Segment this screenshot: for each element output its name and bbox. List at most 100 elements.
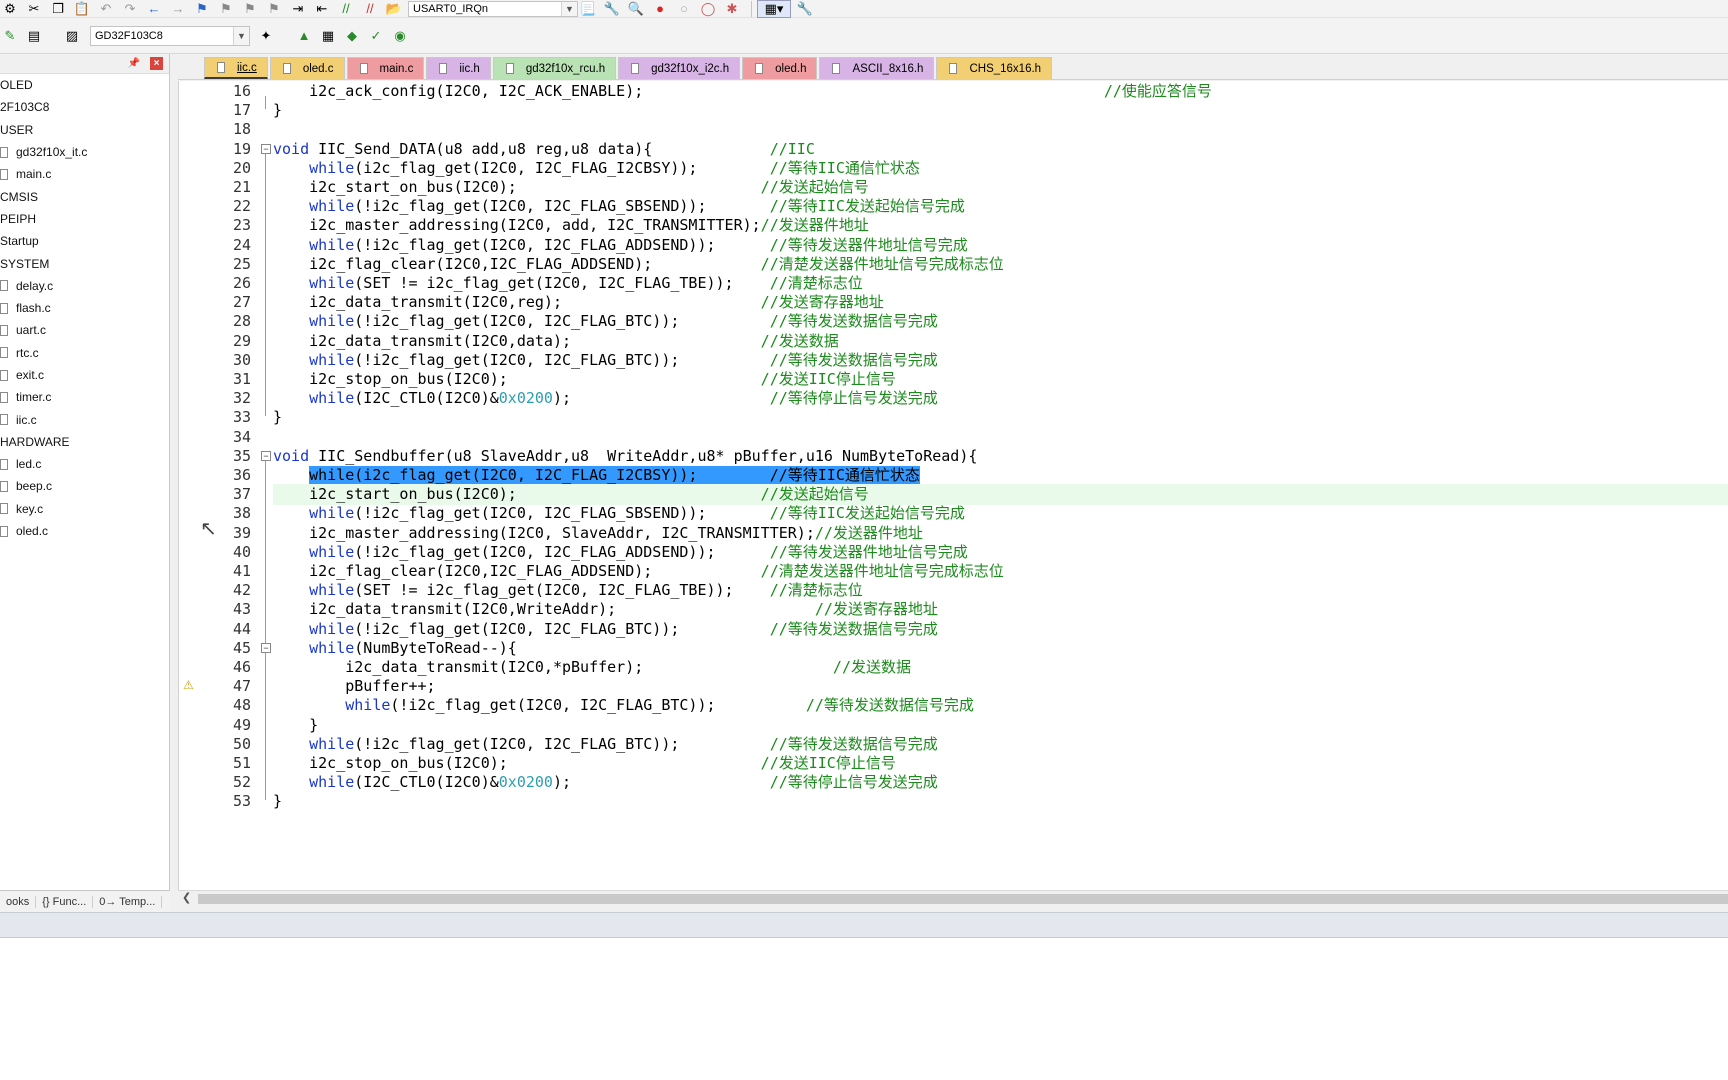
code-line[interactable]: while(i2c_flag_get(I2C0, I2C_FLAG_I2CBSY… (273, 158, 1728, 179)
bookmark-clear-icon[interactable]: ⚑ (264, 0, 284, 18)
project-file[interactable]: delay.c (0, 275, 169, 297)
project-group[interactable]: SYSTEM (0, 252, 169, 274)
project-file[interactable]: beep.c (0, 475, 169, 497)
code-line[interactable]: while(i2c_flag_get(I2C0, I2C_FLAG_I2CBSY… (273, 465, 1728, 486)
editor-tab[interactable]: gd32f10x_rcu.h (492, 57, 617, 79)
cut-icon[interactable]: ✂ (24, 0, 44, 18)
editor-tab[interactable]: CHS_16x16.h (936, 57, 1053, 79)
code-line[interactable]: i2c_data_transmit(I2C0,reg); //发送寄存器地址 (273, 292, 1728, 313)
code-area[interactable]: i2c_ack_config(I2C0, I2C_ACK_ENABLE); //… (273, 81, 1728, 890)
breakpoint-disable-icon[interactable]: ○ (674, 0, 694, 18)
pin-icon[interactable]: 📌 (128, 58, 140, 69)
code-line[interactable]: while(SET != i2c_flag_get(I2C0, I2C_FLAG… (273, 273, 1728, 294)
project-group[interactable]: OLED (0, 74, 169, 96)
horizontal-scrollbar[interactable]: ❮ (178, 890, 1728, 906)
project-file[interactable]: exit.c (0, 364, 169, 386)
code-line[interactable]: while(!i2c_flag_get(I2C0, I2C_FLAG_BTC))… (273, 619, 1728, 640)
code-line[interactable]: i2c_stop_on_bus(I2C0); //发送IIC停止信号 (273, 369, 1728, 390)
code-line[interactable] (273, 119, 1728, 140)
project-group[interactable]: Startup (0, 230, 169, 252)
code-line[interactable]: i2c_master_addressing(I2C0, add, I2C_TRA… (273, 215, 1728, 236)
project-file[interactable]: key.c (0, 498, 169, 520)
configure-icon[interactable]: 🔧 (795, 0, 815, 18)
editor-tab[interactable]: gd32f10x_i2c.h (618, 57, 741, 79)
project-group[interactable]: USER (0, 119, 169, 141)
fold-toggle-icon[interactable]: − (261, 642, 271, 653)
window-layout-icon[interactable]: ▦▾ (757, 0, 791, 18)
editor-tab[interactable]: ASCII_8x16.h (819, 57, 935, 79)
code-line[interactable]: i2c_data_transmit(I2C0,WriteAddr); //发送寄… (273, 599, 1728, 620)
bookmark-prev-icon[interactable]: ⚑ (216, 0, 236, 18)
indent-icon[interactable]: ⇥ (288, 0, 308, 18)
project-group[interactable]: 2F103C8 (0, 96, 169, 118)
editor-tab[interactable]: iic.h (426, 57, 491, 79)
code-line[interactable]: while(!i2c_flag_get(I2C0, I2C_FLAG_ADDSE… (273, 542, 1728, 563)
project-file[interactable]: iic.c (0, 408, 169, 430)
fold-toggle-icon[interactable]: − (261, 450, 271, 461)
code-line[interactable]: while(NumByteToRead--){ (273, 638, 1728, 659)
code-line[interactable]: while(I2C_CTL0(I2C0)&0x0200); //等待停止信号发送… (273, 388, 1728, 409)
code-line[interactable]: while(!i2c_flag_get(I2C0, I2C_FLAG_BTC))… (273, 350, 1728, 371)
code-line[interactable]: } (273, 715, 1728, 736)
target-options-icon[interactable]: ✦ (256, 27, 276, 45)
pack-installer-icon[interactable]: ◆ (342, 27, 362, 45)
code-line[interactable]: void IIC_Sendbuffer(u8 SlaveAddr,u8 Writ… (273, 446, 1728, 467)
breakpoint-kill-icon[interactable]: ✱ (722, 0, 742, 18)
scrollbar-thumb[interactable] (198, 894, 1728, 904)
redo-icon[interactable]: ↷ (120, 0, 140, 18)
code-line[interactable]: while(!i2c_flag_get(I2C0, I2C_FLAG_ADDSE… (273, 235, 1728, 256)
code-line[interactable]: i2c_start_on_bus(I2C0); //发送起始信号 (273, 177, 1728, 198)
code-line[interactable]: pBuffer++; (273, 676, 1728, 697)
panel-tab-functions[interactable]: {} Func... (36, 895, 94, 908)
translate-icon[interactable]: ✎ (0, 27, 20, 45)
project-file[interactable]: gd32f10x_it.c (0, 141, 169, 163)
code-line[interactable]: i2c_master_addressing(I2C0, SlaveAddr, I… (273, 523, 1728, 544)
debug-start-icon[interactable]: 🔍 (626, 0, 646, 18)
nav-forward-icon[interactable]: → (168, 0, 188, 18)
incremental-find-icon[interactable]: 🔧 (602, 0, 622, 18)
project-file[interactable]: flash.c (0, 297, 169, 319)
code-line[interactable]: while(SET != i2c_flag_get(I2C0, I2C_FLAG… (273, 580, 1728, 601)
bookmark-icon[interactable]: ⚑ (192, 0, 212, 18)
scroll-left-icon[interactable]: ❮ (182, 891, 191, 904)
code-editor[interactable]: 16 17 18 19 20 21 22 23 24 25 26 27 28 29 30 31 32 33 34 35… (178, 81, 1728, 890)
unindent-icon[interactable]: ⇤ (312, 0, 332, 18)
code-line[interactable] (273, 427, 1728, 448)
editor-tab[interactable]: iic.c (204, 57, 268, 79)
project-file[interactable]: timer.c (0, 386, 169, 408)
project-file[interactable]: rtc.c (0, 342, 169, 364)
select-packs-icon[interactable]: ✓ (366, 27, 386, 45)
code-line[interactable]: i2c_flag_clear(I2C0,I2C_FLAG_ADDSEND); /… (273, 561, 1728, 582)
panel-tab-templates[interactable]: 0→ Temp... (93, 895, 163, 908)
project-group[interactable]: PEIPH (0, 208, 169, 230)
target-combo[interactable]: GD32F103C8 ▼ (90, 25, 250, 46)
panel-tab-books[interactable]: ooks (0, 895, 37, 908)
editor-tab[interactable]: oled.c (269, 57, 345, 79)
code-line[interactable]: while(!i2c_flag_get(I2C0, I2C_FLAG_BTC))… (273, 311, 1728, 332)
copy-icon[interactable]: ❐ (48, 0, 68, 18)
function-combo[interactable]: USART0_IRQn ▼ (408, 0, 578, 17)
project-file[interactable]: oled.c (0, 520, 169, 542)
code-line[interactable]: i2c_data_transmit(I2C0,*pBuffer); //发送数据 (273, 657, 1728, 678)
code-line[interactable]: while(!i2c_flag_get(I2C0, I2C_FLAG_BTC))… (273, 734, 1728, 755)
code-line[interactable]: } (273, 791, 1728, 812)
close-icon[interactable]: × (150, 57, 163, 70)
comment-icon[interactable]: // (336, 0, 356, 18)
download-icon[interactable]: ▨ (62, 27, 82, 45)
project-group[interactable]: CMSIS (0, 185, 169, 207)
code-line[interactable]: while(!i2c_flag_get(I2C0, I2C_FLAG_SBSEN… (273, 196, 1728, 217)
code-line[interactable]: while(!i2c_flag_get(I2C0, I2C_FLAG_SBSEN… (273, 503, 1728, 524)
code-line[interactable]: i2c_stop_on_bus(I2C0); //发送IIC停止信号 (273, 753, 1728, 774)
code-line[interactable]: while(!i2c_flag_get(I2C0, I2C_FLAG_BTC))… (273, 695, 1728, 716)
project-group[interactable]: HARDWARE (0, 431, 169, 453)
bookmark-next-icon[interactable]: ⚑ (240, 0, 260, 18)
build-output-panel[interactable] (0, 938, 1728, 1080)
panel-divider[interactable] (0, 912, 1728, 938)
rebuild-icon[interactable]: ⚙ (0, 0, 20, 18)
code-line[interactable]: i2c_flag_clear(I2C0,I2C_FLAG_ADDSEND); /… (273, 254, 1728, 275)
run-time-env-icon[interactable]: ◉ (390, 27, 410, 45)
find-icon[interactable]: 📃 (578, 0, 598, 18)
manage-components-icon[interactable]: ▲ (294, 27, 314, 45)
editor-tab[interactable]: main.c (346, 57, 425, 79)
paste-icon[interactable]: 📋 (72, 0, 92, 18)
